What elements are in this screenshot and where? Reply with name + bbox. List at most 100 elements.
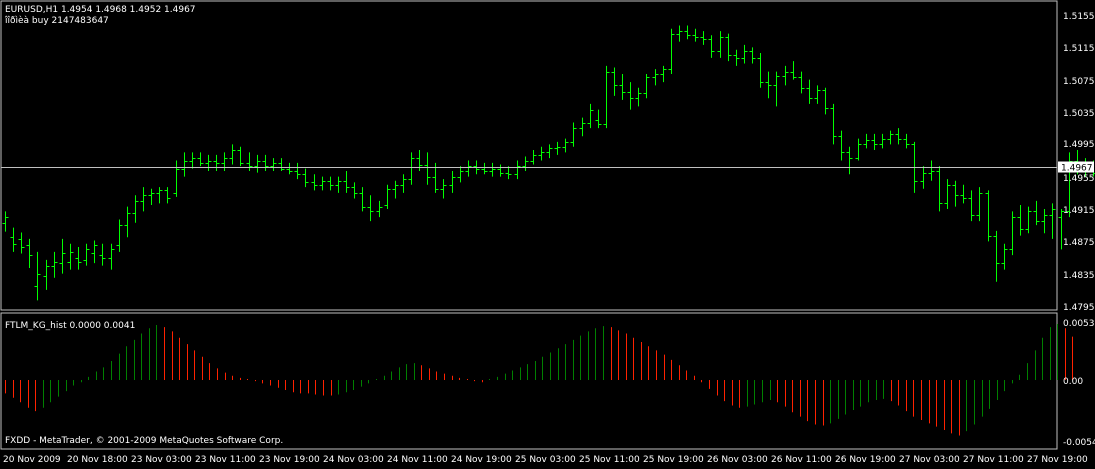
time-tick: 23 Nov 19:00 (259, 455, 320, 465)
ohlc-bar (596, 110, 602, 129)
ohlc-bar (961, 185, 967, 204)
ohlc-bar (831, 104, 837, 144)
ohlc-bar (839, 131, 845, 161)
ohlc-bar (701, 31, 707, 45)
ohlc-bar (856, 139, 862, 161)
ohlc-bar (27, 239, 33, 268)
ohlc-bar (620, 74, 626, 100)
ohlc-bar (1034, 201, 1040, 225)
ohlc-bar (726, 34, 732, 61)
ohlc-bar (287, 163, 293, 174)
ohlc-bar (344, 171, 350, 193)
ohlc-bar (109, 244, 115, 270)
ohlc-bar (880, 134, 886, 149)
ohlc-bar (92, 241, 98, 264)
ohlc-bar (799, 72, 805, 94)
ohlc-bar (823, 88, 829, 115)
ohlc-bar (490, 163, 496, 177)
time-axis[interactable]: 20 Nov 2009 20 Nov 18:00 23 Nov 03:00 23… (3, 455, 1088, 465)
ohlc-bar (977, 187, 983, 221)
ohlc-bar (409, 152, 415, 184)
ohlc-bar (174, 161, 180, 197)
ohlc-bar (401, 174, 407, 193)
ohlc-bar (498, 165, 504, 177)
ohlc-bar (125, 207, 131, 238)
ohlc-bar (693, 29, 699, 42)
ohlc-bar (515, 161, 521, 180)
time-tick: 25 Nov 11:00 (579, 455, 640, 465)
ohlc-bar (1026, 207, 1032, 234)
ohlc-bar (100, 244, 106, 266)
ohlc-bar (783, 66, 789, 85)
ohlc-bar (929, 161, 935, 181)
time-tick: 24 Nov 03:00 (323, 455, 384, 465)
ohlc-bar (644, 74, 650, 98)
ohlc-bar (563, 139, 569, 153)
ohlc-bar (303, 169, 309, 188)
ohlc-bar (35, 252, 41, 301)
ohlc-bar (937, 166, 943, 211)
ohlc-bar (669, 29, 675, 74)
ohlc-bar (60, 239, 66, 274)
ohlc-bar (352, 182, 358, 198)
time-tick: 20 Nov 2009 (3, 455, 61, 465)
ohlc-bar (385, 185, 391, 209)
ohlc-bar (482, 163, 488, 174)
ohlc-bar (312, 174, 318, 190)
ohlc-bar (222, 152, 228, 171)
ohlc-bar (117, 220, 123, 252)
ohlc-bar (182, 152, 188, 176)
ohlc-bar (295, 163, 301, 179)
ohlc-bar (815, 85, 821, 104)
ohlc-bar (864, 134, 870, 149)
chart-header: EURUSD,H1 1.4954 1.4968 1.4952 1.4967 (5, 5, 196, 15)
ohlc-bar (393, 181, 399, 199)
ohlc-bar (750, 47, 756, 63)
ohlc-bar (141, 187, 147, 211)
indicator-axis[interactable]: 0.0053 0.00 -0.0054 (1063, 319, 1095, 448)
ohlc-bar (320, 177, 326, 191)
chart-canvas[interactable]: EURUSD,H1 1.4954 1.4968 1.4952 1.4967 îî… (0, 0, 1095, 466)
ohlc-bar (904, 134, 910, 149)
time-tick: 25 Nov 03:00 (515, 455, 576, 465)
price-tick: 1.4915 (1063, 206, 1095, 216)
ohlc-bar (360, 187, 366, 211)
ohlc-bar (157, 187, 163, 203)
ohlc-bars[interactable] (3, 26, 1095, 301)
ohlc-bar (214, 155, 220, 171)
ohlc-bar (506, 166, 512, 179)
ohlc-bar (377, 201, 383, 217)
ohlc-bar (206, 155, 212, 171)
ohlc-bar (555, 142, 561, 155)
ohlc-bar (636, 88, 642, 107)
price-tick: 1.5115 (1063, 44, 1095, 54)
ohlc-bar (1010, 211, 1016, 255)
price-tick: 1.5035 (1063, 109, 1095, 119)
indicator-tick: -0.0054 (1063, 438, 1095, 448)
ohlc-bar (11, 228, 17, 252)
ohlc-bar (133, 195, 139, 222)
ohlc-bar (238, 147, 244, 166)
ohlc-bar (198, 152, 204, 166)
ohlc-bar (19, 232, 25, 253)
histogram-bars (6, 324, 1073, 436)
ohlc-bar (149, 189, 155, 205)
ohlc-bar (165, 187, 171, 203)
time-tick: 23 Nov 11:00 (195, 455, 256, 465)
ohlc-bar (247, 152, 253, 171)
ohlc-bar (571, 123, 577, 147)
time-tick: 27 Nov 11:00 (963, 455, 1024, 465)
price-tick: 1.5155 (1063, 12, 1095, 22)
ohlc-bar (547, 144, 553, 158)
ohlc-bar (3, 211, 9, 231)
current-price-value: 1.4967 (1061, 164, 1093, 174)
ohlc-bar (888, 131, 894, 145)
price-tick: 1.4875 (1063, 238, 1095, 248)
ohlc-bar (1018, 205, 1024, 236)
ohlc-bar (279, 158, 285, 171)
price-tick: 1.5075 (1063, 77, 1095, 87)
ohlc-bar (766, 72, 772, 99)
ohlc-bar (807, 80, 813, 104)
time-tick: 26 Nov 11:00 (771, 455, 832, 465)
price-tick: 1.4995 (1063, 140, 1095, 150)
